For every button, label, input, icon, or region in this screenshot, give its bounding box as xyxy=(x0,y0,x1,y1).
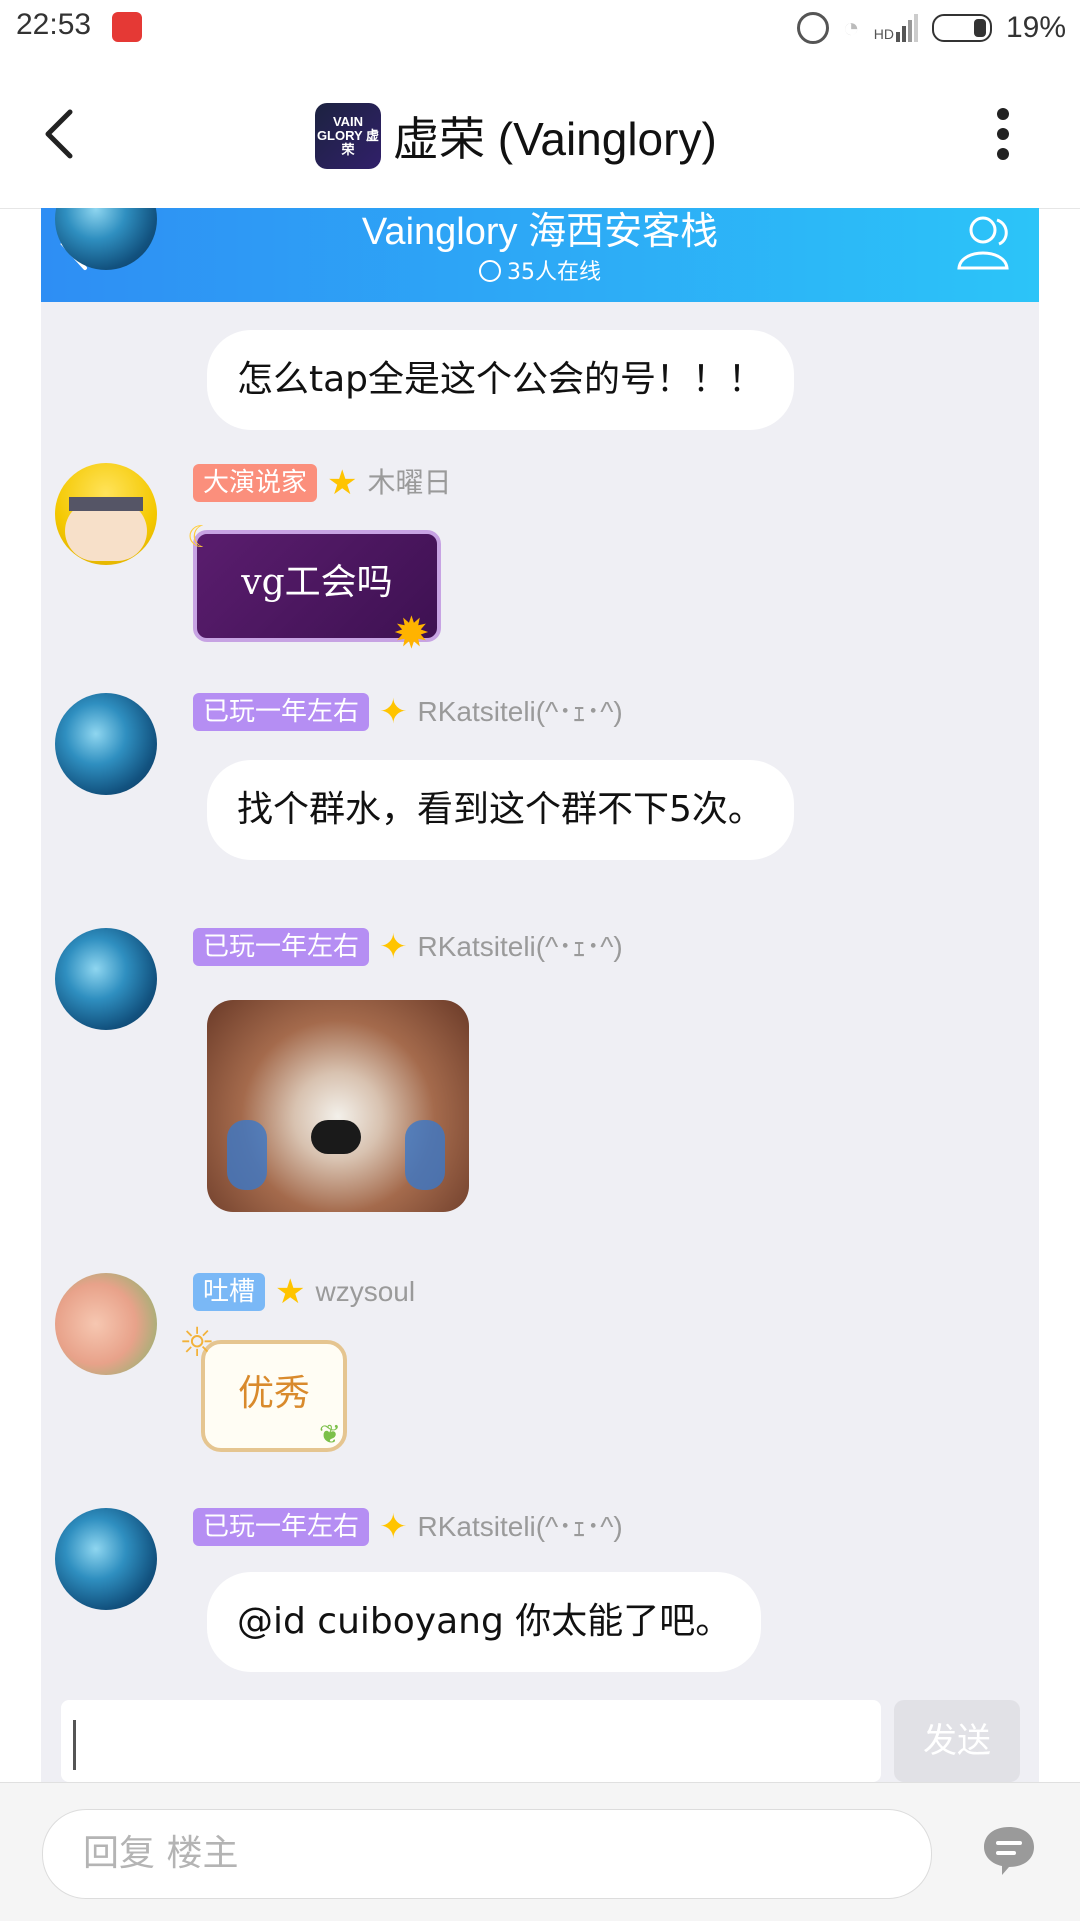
star-icon: ✦ xyxy=(379,692,408,732)
text-caret xyxy=(73,1720,76,1770)
status-time: 22:53 xyxy=(16,8,92,41)
vainglory-logo-icon: VAIN GLORY 虚荣 xyxy=(315,103,381,169)
reply-bar: 回复 楼主 xyxy=(0,1782,1080,1921)
battery-icon xyxy=(931,14,992,42)
more-options-icon[interactable] xyxy=(995,106,1011,162)
star-icon: ✦ xyxy=(379,1507,408,1547)
message-meta: 已玩一年左右 ✦ RKatsiteli(^･ｪ･^) xyxy=(193,693,623,731)
alarm-icon xyxy=(796,12,829,44)
notification-icon xyxy=(112,12,142,42)
back-arrow-icon[interactable] xyxy=(40,106,80,162)
message-text: 优秀 xyxy=(237,1373,310,1414)
online-label: 35人在线 xyxy=(507,260,601,285)
title-badge: 已玩一年左右 xyxy=(193,928,370,966)
star-icon: ✦ xyxy=(379,927,408,967)
app-title: 虚荣 (Vainglory) xyxy=(393,113,717,165)
message-meta: 已玩一年左右 ✦ RKatsiteli(^･ｪ･^) xyxy=(193,928,623,966)
star-icon: ★ xyxy=(327,463,358,503)
leaf-icon: ❦ xyxy=(319,1420,341,1450)
wifi-icon: ◔ xyxy=(842,12,860,43)
chat-input-field[interactable] xyxy=(61,1700,881,1782)
app-title-group: VAIN GLORY 虚荣 虚荣 (Vainglory) xyxy=(315,98,717,174)
message-meta: 吐槽 ★ wzysoul xyxy=(193,1273,415,1311)
avatar[interactable] xyxy=(55,928,157,1030)
title-badge: 吐槽 xyxy=(193,1273,266,1311)
title-badge: 大演说家 xyxy=(193,464,318,502)
comment-icon[interactable] xyxy=(982,1825,1036,1877)
reply-input[interactable]: 回复 楼主 xyxy=(42,1809,932,1899)
avatar[interactable] xyxy=(55,1508,157,1610)
message-bubble: 找个群水，看到这个群不下5次。 xyxy=(207,760,794,860)
message-meta: 已玩一年左右 ✦ RKatsiteli(^･ｪ･^) xyxy=(193,1508,623,1546)
battery-percent: 19% xyxy=(1005,11,1066,44)
reply-placeholder: 回复 楼主 xyxy=(83,1833,239,1874)
star-icon: ★ xyxy=(275,1272,306,1312)
nickname: RKatsiteli(^･ｪ･^) xyxy=(417,931,623,962)
online-icon xyxy=(479,260,501,282)
logo-text: VAIN GLORY 虚荣 xyxy=(316,114,380,157)
red-panda-sticker-image[interactable] xyxy=(207,1000,469,1212)
nickname: RKatsiteli(^･ｪ･^) xyxy=(417,1511,623,1542)
message-bubble: @id cuiboyang 你太能了吧。 xyxy=(207,1572,762,1672)
nickname: RKatsiteli(^･ｪ･^) xyxy=(417,696,623,727)
moon-icon: ☾ xyxy=(187,520,214,555)
nickname: 木曜日 xyxy=(367,467,452,498)
members-icon xyxy=(957,216,1009,270)
chat-title: Vainglory 海西安客栈 xyxy=(361,211,719,253)
nickname: wzysoul xyxy=(315,1276,416,1307)
message-bubble: 怎么tap全是这个公会的号！！！ xyxy=(207,330,795,430)
app-bar: VAIN GLORY 虚荣 虚荣 (Vainglory) xyxy=(0,56,1080,209)
avatar[interactable] xyxy=(55,463,157,565)
avatar[interactable] xyxy=(55,693,157,795)
status-bar: 22:53 ◔ HD 19% xyxy=(0,0,1080,56)
status-icons: ◔ HD 19% xyxy=(796,8,1066,48)
online-count: 35人在线 xyxy=(41,254,1039,286)
send-button[interactable]: 发送 xyxy=(894,1700,1020,1782)
network-label: HD xyxy=(873,26,894,42)
title-badge: 已玩一年左右 xyxy=(193,693,370,731)
chat-screenshot[interactable]: Vainglory 海西安客栈 35人在线 怎么tap全是这个公会的号！！！ 大… xyxy=(41,208,1039,1782)
avatar[interactable] xyxy=(55,1273,157,1375)
chat-header: Vainglory 海西安客栈 35人在线 xyxy=(41,208,1039,302)
sun-icon: ☼ xyxy=(179,1320,215,1366)
message-meta: 大演说家 ★ 木曜日 xyxy=(193,464,452,502)
signal-icon: HD xyxy=(874,14,918,42)
title-badge: 已玩一年左右 xyxy=(193,1508,370,1546)
sun-icon: ✹ xyxy=(393,608,430,659)
message-text: vg工会吗 xyxy=(241,562,393,603)
